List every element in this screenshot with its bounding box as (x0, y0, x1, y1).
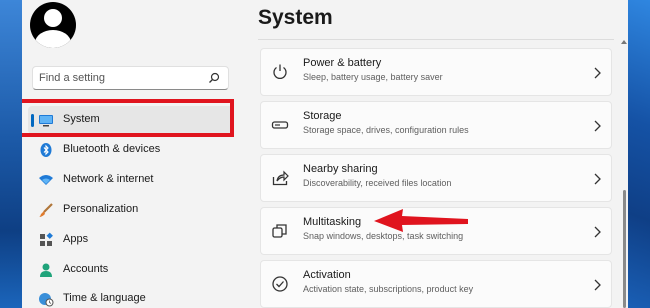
check-circle-icon (272, 276, 288, 292)
chevron-right-icon (594, 173, 601, 185)
sidebar-item-label: Personalization (63, 203, 139, 215)
sidebar-item-label: Time & language (63, 292, 146, 304)
card-title: Nearby sharing (303, 163, 378, 175)
settings-window: System Bluetooth & devices Network & int… (22, 0, 628, 308)
settings-card-power-battery[interactable]: Power & battery Sleep, battery usage, ba… (260, 48, 612, 96)
card-title: Multitasking (303, 216, 362, 228)
sidebar-item-label: Bluetooth & devices (63, 143, 161, 155)
bluetooth-icon (40, 143, 52, 157)
user-avatar[interactable] (30, 2, 76, 48)
storage-icon (271, 121, 289, 129)
apps-icon (40, 232, 53, 246)
sidebar-item-accounts[interactable]: Accounts (28, 256, 233, 284)
sidebar-item-label: Accounts (63, 263, 109, 275)
chevron-right-icon (594, 67, 601, 79)
settings-card-nearby-sharing[interactable]: Nearby sharing Discoverability, received… (260, 154, 612, 202)
card-subtitle: Storage space, drives, configuration rul… (303, 125, 469, 135)
avatar-shoulders (35, 30, 71, 48)
annotation-arrow-icon (374, 209, 468, 232)
card-title: Power & battery (303, 57, 382, 69)
annotation-highlight-box (22, 99, 234, 137)
sidebar-item-network-internet[interactable]: Network & internet (28, 166, 233, 194)
scrollbar-thumb[interactable] (623, 190, 626, 308)
sidebar-item-apps[interactable]: Apps (28, 226, 233, 254)
chevron-right-icon (594, 120, 601, 132)
desktop-wallpaper-right (628, 0, 650, 308)
page-title: System (258, 6, 333, 29)
sidebar-item-personalization[interactable]: Personalization (28, 196, 233, 224)
person-icon (40, 263, 52, 277)
avatar-head (44, 9, 62, 27)
card-title: Storage (303, 110, 342, 122)
sidebar-item-bluetooth-devices[interactable]: Bluetooth & devices (28, 136, 233, 164)
globe-clock-icon (39, 293, 54, 307)
card-subtitle: Sleep, battery usage, battery saver (303, 72, 443, 82)
sidebar-item-label: Network & internet (63, 173, 154, 185)
card-title: Activation (303, 269, 351, 281)
card-subtitle: Activation state, subscriptions, product… (303, 284, 474, 294)
search-input[interactable] (39, 69, 199, 87)
sidebar-item-time-language[interactable]: Time & language (28, 285, 233, 308)
header-divider (258, 39, 614, 40)
desktop-wallpaper-left (0, 0, 22, 308)
wifi-icon (39, 175, 53, 185)
multitasking-icon (272, 224, 287, 238)
settings-card-activation[interactable]: Activation Activation state, subscriptio… (260, 260, 612, 308)
chevron-right-icon (594, 279, 601, 291)
card-subtitle: Discoverability, received files location (303, 178, 452, 188)
scroll-up-arrow-icon[interactable] (620, 38, 628, 46)
settings-card-storage[interactable]: Storage Storage space, drives, configura… (260, 101, 612, 149)
power-icon (273, 64, 287, 79)
search-icon[interactable] (208, 72, 220, 84)
brush-icon (39, 203, 53, 217)
share-icon (272, 170, 289, 186)
sidebar-item-label: Apps (63, 233, 89, 245)
chevron-right-icon (594, 226, 601, 238)
search-box[interactable] (32, 66, 229, 90)
